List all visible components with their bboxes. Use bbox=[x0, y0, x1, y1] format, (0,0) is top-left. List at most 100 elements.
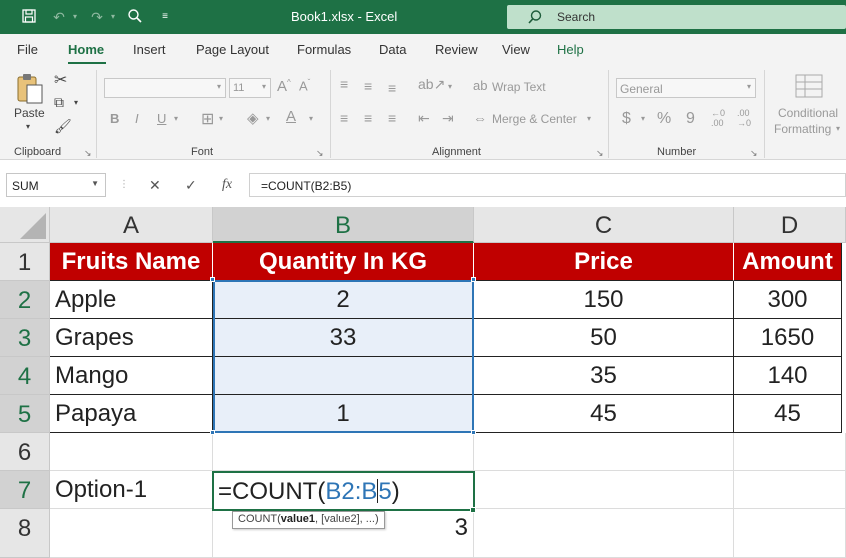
orientation-icon[interactable]: ab↗ bbox=[418, 76, 445, 93]
range-handle-top-left[interactable] bbox=[210, 277, 215, 282]
underline-dropdown-icon[interactable]: ▾ bbox=[174, 114, 178, 123]
cell-b6[interactable] bbox=[213, 433, 474, 471]
tab-help[interactable]: Help bbox=[557, 42, 584, 57]
comma-style-button[interactable]: 9 bbox=[686, 110, 695, 128]
search-box[interactable]: Search bbox=[507, 5, 846, 29]
row-header-3[interactable]: 3 bbox=[0, 319, 50, 357]
cell-d6[interactable] bbox=[734, 433, 846, 471]
cell-c2[interactable]: 150 bbox=[474, 281, 734, 319]
merge-dropdown-icon[interactable]: ▾ bbox=[587, 114, 591, 123]
clipboard-launcher-icon[interactable]: ↘ bbox=[84, 148, 92, 159]
conditional-formatting-icon[interactable] bbox=[795, 74, 823, 101]
font-color-icon[interactable]: A bbox=[286, 108, 296, 125]
wrap-text-icon[interactable]: ab bbox=[473, 78, 487, 93]
cell-a4[interactable]: Mango bbox=[50, 357, 213, 395]
underline-button[interactable]: U bbox=[157, 111, 166, 126]
cell-a6[interactable] bbox=[50, 433, 213, 471]
cell-d8[interactable] bbox=[734, 509, 846, 558]
undo-dropdown-icon[interactable]: ▾ bbox=[66, 8, 84, 26]
tooltip-arg1[interactable]: value1 bbox=[281, 513, 315, 525]
column-header-c[interactable]: C bbox=[474, 207, 734, 243]
cell-c7[interactable] bbox=[474, 471, 734, 509]
wrap-text-button[interactable]: Wrap Text bbox=[492, 80, 546, 94]
cell-d2[interactable]: 300 bbox=[734, 281, 842, 319]
italic-button[interactable]: I bbox=[135, 111, 139, 126]
customize-qat-icon[interactable]: ≡ bbox=[156, 8, 174, 26]
align-middle-icon[interactable]: ≡ bbox=[364, 78, 372, 94]
range-handle-top-right[interactable] bbox=[471, 277, 476, 282]
font-size-select[interactable]: 11 ▾ bbox=[229, 78, 271, 98]
copy-icon[interactable]: ⧉ bbox=[54, 94, 64, 111]
cell-a3[interactable]: Grapes bbox=[50, 319, 213, 357]
column-header-d[interactable]: D bbox=[734, 207, 846, 243]
cell-c8[interactable] bbox=[474, 509, 734, 558]
formula-input[interactable]: =COUNT(B2:B5) bbox=[249, 173, 846, 197]
currency-button[interactable]: $ bbox=[622, 110, 631, 128]
align-center-icon[interactable]: ≡ bbox=[364, 110, 372, 126]
decrease-indent-icon[interactable]: ⇤ bbox=[418, 110, 430, 127]
fill-handle[interactable] bbox=[470, 507, 476, 513]
cell-d5[interactable]: 45 bbox=[734, 395, 842, 433]
row-header-8[interactable]: 8 bbox=[0, 509, 50, 558]
save-icon[interactable] bbox=[20, 8, 38, 26]
tab-file[interactable]: File bbox=[17, 42, 38, 57]
format-painter-icon[interactable]: 🖌 bbox=[54, 118, 72, 135]
cell-a2[interactable]: Apple bbox=[50, 281, 213, 319]
cell-d3[interactable]: 1650 bbox=[734, 319, 842, 357]
cell-c3[interactable]: 50 bbox=[474, 319, 734, 357]
name-box[interactable]: SUM ▼ bbox=[6, 173, 106, 197]
merge-center-button[interactable]: Merge & Center bbox=[492, 112, 577, 126]
currency-dropdown-icon[interactable]: ▾ bbox=[641, 114, 645, 123]
alignment-launcher-icon[interactable]: ↘ bbox=[596, 148, 604, 159]
conditional-formatting-button[interactable]: Conditional bbox=[778, 106, 838, 120]
cell-a5[interactable]: Papaya bbox=[50, 395, 213, 433]
tab-home[interactable]: Home bbox=[68, 42, 104, 57]
paste-icon[interactable] bbox=[15, 72, 45, 107]
align-top-icon[interactable]: ≡ bbox=[340, 76, 348, 92]
column-header-b[interactable]: B bbox=[213, 207, 474, 243]
select-all-button[interactable] bbox=[0, 207, 50, 243]
tab-page-layout[interactable]: Page Layout bbox=[196, 42, 269, 57]
cell-d4[interactable]: 140 bbox=[734, 357, 842, 395]
orientation-dropdown-icon[interactable]: ▾ bbox=[448, 82, 452, 91]
cell-c1[interactable]: Price bbox=[474, 243, 734, 281]
cell-a8[interactable] bbox=[50, 509, 213, 558]
enter-icon[interactable]: ✓ bbox=[185, 177, 197, 194]
cell-c5[interactable]: 45 bbox=[474, 395, 734, 433]
cut-icon[interactable]: ✂ bbox=[54, 70, 67, 90]
decrease-decimal-icon[interactable]: .00 →0 bbox=[737, 108, 751, 128]
range-handle-bottom-left[interactable] bbox=[210, 430, 215, 435]
tab-data[interactable]: Data bbox=[379, 42, 406, 57]
row-header-7[interactable]: 7 bbox=[0, 471, 50, 509]
cancel-icon[interactable]: ✕ bbox=[149, 177, 161, 194]
bold-button[interactable]: B bbox=[110, 111, 119, 126]
cell-c6[interactable] bbox=[474, 433, 734, 471]
copy-dropdown-icon[interactable]: ▾ bbox=[74, 98, 78, 107]
row-header-4[interactable]: 4 bbox=[0, 357, 50, 395]
percent-button[interactable]: % bbox=[657, 110, 671, 128]
conditional-formatting-button-line2[interactable]: Formatting bbox=[774, 122, 831, 136]
cell-a7[interactable]: Option-1 bbox=[50, 471, 213, 509]
row-header-1[interactable]: 1 bbox=[0, 243, 50, 281]
merge-center-icon[interactable]: ⇔ bbox=[473, 110, 487, 126]
cell-d7[interactable] bbox=[734, 471, 846, 509]
number-launcher-icon[interactable]: ↘ bbox=[750, 148, 758, 159]
font-name-select[interactable]: ▾ bbox=[104, 78, 226, 98]
cell-b7-edit-text[interactable]: =COUNT(B2:B5) bbox=[218, 473, 400, 511]
cell-d1[interactable]: Amount bbox=[734, 243, 842, 281]
align-right-icon[interactable]: ≡ bbox=[388, 110, 396, 126]
borders-dropdown-icon[interactable]: ▾ bbox=[219, 114, 223, 123]
decrease-font-icon[interactable]: Aˇ bbox=[299, 78, 310, 93]
insert-function-icon[interactable]: fx bbox=[222, 177, 232, 193]
paste-label[interactable]: Paste bbox=[14, 106, 45, 120]
cell-b1[interactable]: Quantity In KG bbox=[213, 243, 474, 281]
row-header-5[interactable]: 5 bbox=[0, 395, 50, 433]
increase-indent-icon[interactable]: ⇥ bbox=[442, 110, 454, 127]
fill-color-dropdown-icon[interactable]: ▾ bbox=[266, 114, 270, 123]
column-header-a[interactable]: A bbox=[50, 207, 213, 243]
font-color-dropdown-icon[interactable]: ▾ bbox=[309, 114, 313, 123]
align-bottom-icon[interactable]: ≡ bbox=[388, 80, 396, 96]
font-launcher-icon[interactable]: ↘ bbox=[316, 148, 324, 159]
fill-color-icon[interactable]: ◈ bbox=[247, 109, 259, 127]
align-left-icon[interactable]: ≡ bbox=[340, 110, 348, 126]
